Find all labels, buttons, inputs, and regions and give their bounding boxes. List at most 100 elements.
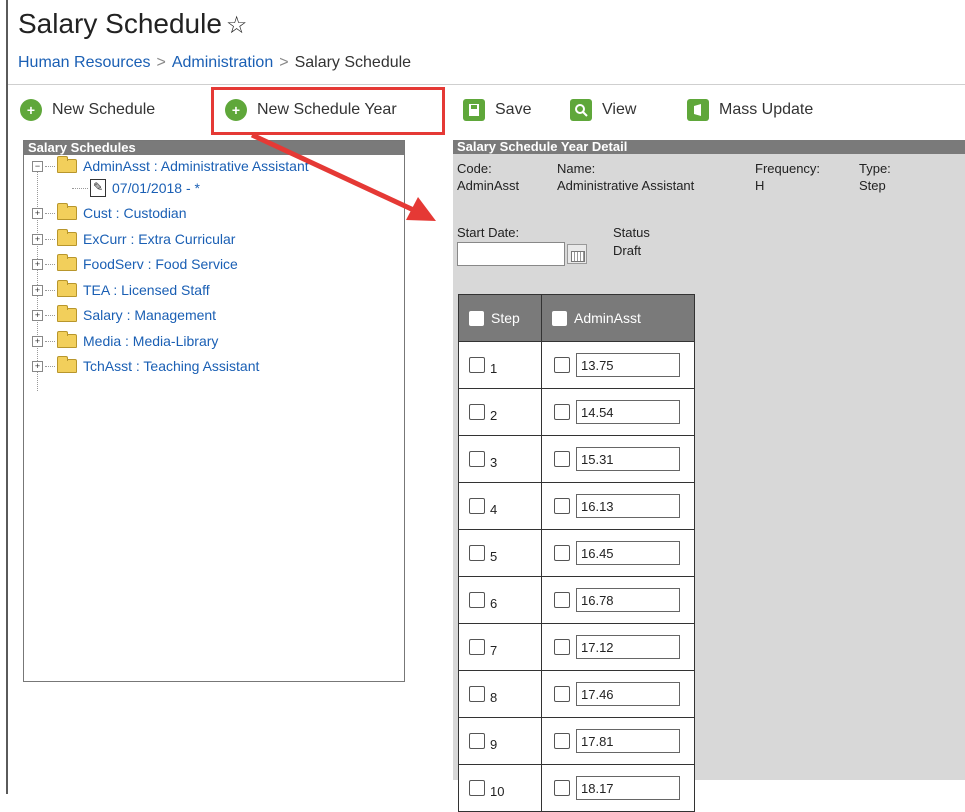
type-label: Type:: [859, 161, 891, 176]
document-icon: [687, 99, 709, 121]
folder-icon: [57, 305, 77, 322]
folder-icon: [57, 331, 77, 348]
value-checkbox[interactable]: [554, 357, 570, 373]
value-checkbox[interactable]: [554, 686, 570, 702]
value-checkbox[interactable]: [554, 404, 570, 420]
view-button[interactable]: View: [570, 92, 636, 128]
expand-icon[interactable]: +: [32, 335, 43, 347]
star-icon[interactable]: ☆: [226, 12, 248, 39]
tree-item-media[interactable]: + Media : Media-Library: [32, 330, 218, 352]
value-checkbox[interactable]: [554, 592, 570, 608]
rate-input[interactable]: 17.81: [576, 729, 680, 753]
rate-input[interactable]: 17.46: [576, 682, 680, 706]
window-left-border: [6, 0, 8, 794]
folder-icon: [57, 203, 77, 220]
frequency-label: Frequency:: [755, 161, 821, 176]
tree-item-salary[interactable]: + Salary : Management: [32, 304, 216, 326]
code-value: AdminAsst: [457, 178, 520, 193]
expand-icon[interactable]: +: [32, 360, 43, 372]
table-row: 8 17.46: [458, 670, 695, 718]
expand-icon[interactable]: +: [32, 284, 43, 296]
rate-input[interactable]: 14.54: [576, 400, 680, 424]
tree-item-tea[interactable]: + TEA : Licensed Staff: [32, 279, 210, 301]
rate-input[interactable]: 18.17: [576, 776, 680, 800]
expand-icon[interactable]: +: [32, 309, 43, 321]
rate-input[interactable]: 13.75: [576, 353, 680, 377]
tree-item-label: Salary : Management: [83, 307, 217, 323]
calendar-icon[interactable]: [567, 244, 587, 264]
step-column-header: Step: [458, 294, 542, 342]
tree-item-year[interactable]: ✎ 07/01/2018 - *: [72, 177, 200, 199]
select-all-values-checkbox[interactable]: [552, 310, 567, 326]
tree-item-cust[interactable]: + Cust : Custodian: [32, 202, 187, 224]
rate-input[interactable]: 16.78: [576, 588, 680, 612]
expand-icon[interactable]: +: [32, 207, 43, 219]
detail-header: Salary Schedule Year Detail: [453, 140, 965, 154]
tree-item-label: Cust : Custodian: [83, 205, 187, 221]
breadcrumb-item-human-resources[interactable]: Human Resources: [18, 54, 151, 71]
value-checkbox[interactable]: [554, 733, 570, 749]
frequency-value: H: [755, 178, 765, 193]
rate-input[interactable]: 16.13: [576, 494, 680, 518]
tree-item-label: 07/01/2018 - *: [112, 180, 200, 196]
step-checkbox[interactable]: [469, 404, 485, 420]
step-number: 7: [490, 642, 498, 658]
tree-item-tchasst[interactable]: + TchAsst : Teaching Assistant: [32, 355, 259, 377]
value-checkbox[interactable]: [554, 545, 570, 561]
tree-item-label: Media : Media-Library: [83, 333, 219, 349]
table-row: 4 16.13: [458, 482, 695, 530]
step-checkbox[interactable]: [469, 545, 485, 561]
rate-input[interactable]: 16.45: [576, 541, 680, 565]
grid-header-row: Step AdminAsst: [458, 294, 695, 342]
select-all-steps-checkbox[interactable]: [469, 310, 484, 326]
tree-item-excurr[interactable]: + ExCurr : Extra Curricular: [32, 228, 235, 250]
folder-icon: [57, 356, 77, 373]
breadcrumb-item-administration[interactable]: Administration: [172, 54, 273, 71]
tree-item-foodserv[interactable]: + FoodServ : Food Service: [32, 253, 238, 275]
step-number: 4: [490, 501, 498, 517]
expand-icon[interactable]: +: [32, 233, 43, 245]
chevron-right-icon: >: [156, 54, 166, 71]
salary-grid: Step AdminAsst 1 13.75 2 14.54 3 15.31 4 16.…: [458, 294, 695, 812]
mass-update-label: Mass Update: [719, 101, 814, 118]
tree-item-label: FoodServ : Food Service: [83, 256, 238, 272]
step-checkbox[interactable]: [469, 639, 485, 655]
folder-icon: [57, 229, 77, 246]
code-label: Code:: [457, 161, 492, 176]
save-label: Save: [495, 101, 532, 118]
breadcrumb: Human Resources > Administration > Salary Sc…: [18, 54, 411, 72]
tree-item-label: TchAsst : Teaching Assistant: [83, 358, 260, 374]
step-checkbox[interactable]: [469, 686, 485, 702]
collapse-icon[interactable]: −: [32, 160, 43, 172]
mass-update-button[interactable]: Mass Update: [687, 92, 813, 128]
step-checkbox[interactable]: [469, 451, 485, 467]
expand-icon[interactable]: +: [32, 258, 43, 270]
step-number: 10: [490, 783, 505, 799]
save-button[interactable]: Save: [463, 92, 531, 128]
rate-input[interactable]: 15.31: [576, 447, 680, 471]
page-title-text: Salary Schedule: [18, 8, 222, 39]
table-row: 5 16.45: [458, 529, 695, 577]
table-row: 3 15.31: [458, 435, 695, 483]
folder-icon: [57, 254, 77, 271]
start-date-label: Start Date:: [457, 225, 520, 240]
value-header-label: AdminAsst: [574, 310, 641, 326]
tree-connector: [45, 238, 55, 240]
start-date-input[interactable]: [457, 242, 565, 266]
plus-circle-icon: +: [20, 99, 42, 121]
value-checkbox[interactable]: [554, 498, 570, 514]
value-checkbox[interactable]: [554, 451, 570, 467]
rate-input[interactable]: 17.12: [576, 635, 680, 659]
table-row: 6 16.78: [458, 576, 695, 624]
step-checkbox[interactable]: [469, 592, 485, 608]
step-checkbox[interactable]: [469, 498, 485, 514]
folder-icon: [57, 156, 77, 173]
step-checkbox[interactable]: [469, 733, 485, 749]
value-checkbox[interactable]: [554, 639, 570, 655]
step-checkbox[interactable]: [469, 357, 485, 373]
step-number: 2: [490, 407, 498, 423]
new-schedule-button[interactable]: + New Schedule: [20, 92, 155, 128]
step-number: 9: [490, 736, 498, 752]
table-row: 9 17.81: [458, 717, 695, 765]
tree-item-adminasst[interactable]: − AdminAsst : Administrative Assistant: [32, 155, 309, 177]
